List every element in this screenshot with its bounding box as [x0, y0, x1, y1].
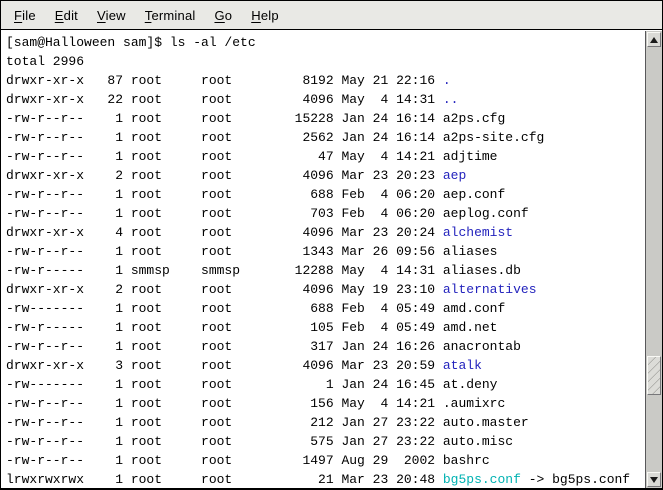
terminal-screen[interactable]: [sam@Halloween sam]$ ls -al /etctotal 29…	[6, 33, 644, 488]
entry-details: -rw-r--r-- 1 root root 1497 Aug 29 2002	[6, 453, 443, 468]
symlink-target: -> bg5ps.conf	[521, 472, 630, 487]
file-name: bashrc	[443, 453, 490, 468]
entry-details: -rw-r--r-- 1 root root 1343 Mar 26 09:56	[6, 244, 443, 259]
menu-go[interactable]: Go	[214, 8, 232, 23]
scroll-up-button[interactable]	[647, 32, 661, 47]
entry-details: -rw-r--r-- 1 root root 47 May 4 14:21	[6, 149, 443, 164]
entry-details: -rw-r--r-- 1 root root 15228 Jan 24 16:1…	[6, 111, 443, 126]
menu-view[interactable]: View	[97, 8, 126, 23]
entry-line: -rw-r--r-- 1 root root 15228 Jan 24 16:1…	[6, 109, 644, 128]
entry-details: -rw------- 1 root root 688 Feb 4 05:49	[6, 301, 443, 316]
directory-name: aep	[443, 168, 466, 183]
file-name: amd.conf	[443, 301, 505, 316]
file-name: aliases.db	[443, 263, 521, 278]
menu-terminal[interactable]: Terminal	[145, 8, 196, 23]
entry-details: drwxr-xr-x 3 root root 4096 Mar 23 20:59	[6, 358, 443, 373]
entry-line: -rw-r----- 1 smmsp smmsp 12288 May 4 14:…	[6, 261, 644, 280]
entry-line: -rw-r--r-- 1 root root 703 Feb 4 06:20 a…	[6, 204, 644, 223]
entry-line: drwxr-xr-x 22 root root 4096 May 4 14:31…	[6, 90, 644, 109]
entry-line: -rw-r--r-- 1 root root 688 Feb 4 06:20 a…	[6, 185, 644, 204]
entry-line: -rw-r--r-- 1 root root 575 Jan 27 23:22 …	[6, 432, 644, 451]
directory-name: atalk	[443, 358, 482, 373]
directory-name: ..	[443, 92, 459, 107]
entry-line: -rw------- 1 root root 688 Feb 4 05:49 a…	[6, 299, 644, 318]
menu-bar: File Edit View Terminal Go Help	[1, 1, 662, 30]
entry-line: -rw-r--r-- 1 root root 47 May 4 14:21 ad…	[6, 147, 644, 166]
entry-details: -rw-r--r-- 1 root root 212 Jan 27 23:22	[6, 415, 443, 430]
entry-details: -rw-r--r-- 1 root root 688 Feb 4 06:20	[6, 187, 443, 202]
entry-details: -rw-r--r-- 1 root root 703 Feb 4 06:20	[6, 206, 443, 221]
entry-line: -rw-r--r-- 1 root root 156 May 4 14:21 .…	[6, 394, 644, 413]
directory-name: alchemist	[443, 225, 513, 240]
file-name: at.deny	[443, 377, 498, 392]
entry-line: drwxr-xr-x 4 root root 4096 Mar 23 20:24…	[6, 223, 644, 242]
file-name: amd.net	[443, 320, 498, 335]
file-name: aeplog.conf	[443, 206, 529, 221]
file-name: auto.misc	[443, 434, 513, 449]
file-name: a2ps-site.cfg	[443, 130, 544, 145]
entry-line: drwxr-xr-x 2 root root 4096 May 19 23:10…	[6, 280, 644, 299]
entry-details: -rw-r--r-- 1 root root 156 May 4 14:21	[6, 396, 443, 411]
file-name: auto.master	[443, 415, 529, 430]
entry-line: lrwxrwxrwx 1 root root 21 Mar 23 20:48 b…	[6, 470, 644, 488]
terminal-area: [sam@Halloween sam]$ ls -al /etctotal 29…	[1, 31, 662, 488]
file-name: .aumixrc	[443, 396, 505, 411]
entry-line: drwxr-xr-x 3 root root 4096 Mar 23 20:59…	[6, 356, 644, 375]
file-name: aep.conf	[443, 187, 505, 202]
entry-details: drwxr-xr-x 22 root root 4096 May 4 14:31	[6, 92, 443, 107]
file-name: aliases	[443, 244, 498, 259]
entry-details: -rw------- 1 root root 1 Jan 24 16:45	[6, 377, 443, 392]
terminal-window: File Edit View Terminal Go Help [sam@Hallowee…	[0, 0, 663, 490]
entry-details: -rw-r--r-- 1 root root 317 Jan 24 16:26	[6, 339, 443, 354]
entry-details: drwxr-xr-x 2 root root 4096 May 19 23:10	[6, 282, 443, 297]
menu-file[interactable]: File	[14, 8, 36, 23]
file-name: anacrontab	[443, 339, 521, 354]
entry-line: -rw------- 1 root root 1 Jan 24 16:45 at…	[6, 375, 644, 394]
menu-help[interactable]: Help	[251, 8, 279, 23]
scroll-down-icon	[650, 477, 658, 483]
entry-details: drwxr-xr-x 4 root root 4096 Mar 23 20:24	[6, 225, 443, 240]
entry-line: -rw-r--r-- 1 root root 212 Jan 27 23:22 …	[6, 413, 644, 432]
entry-details: -rw-r--r-- 1 root root 2562 Jan 24 16:14	[6, 130, 443, 145]
menu-edit[interactable]: Edit	[55, 8, 78, 23]
entry-line: drwxr-xr-x 87 root root 8192 May 21 22:1…	[6, 71, 644, 90]
entry-line: -rw-r--r-- 1 root root 1343 Mar 26 09:56…	[6, 242, 644, 261]
entry-line: drwxr-xr-x 2 root root 4096 Mar 23 20:23…	[6, 166, 644, 185]
directory-name: alternatives	[443, 282, 537, 297]
entry-line: -rw-r--r-- 1 root root 1497 Aug 29 2002 …	[6, 451, 644, 470]
entry-details: lrwxrwxrwx 1 root root 21 Mar 23 20:48	[6, 472, 443, 487]
entry-line: -rw-r--r-- 1 root root 2562 Jan 24 16:14…	[6, 128, 644, 147]
entry-line: -rw-r--r-- 1 root root 317 Jan 24 16:26 …	[6, 337, 644, 356]
entry-details: drwxr-xr-x 87 root root 8192 May 21 22:1…	[6, 73, 443, 88]
scrollbar-track[interactable]	[645, 31, 662, 488]
entry-details: -rw-r--r-- 1 root root 575 Jan 27 23:22	[6, 434, 443, 449]
prompt-line: [sam@Halloween sam]$ ls -al /etc	[6, 33, 644, 52]
summary-line: total 2996	[6, 52, 644, 71]
file-name: a2ps.cfg	[443, 111, 505, 126]
scroll-up-icon	[650, 37, 658, 43]
scroll-down-button[interactable]	[647, 472, 661, 487]
file-name: adjtime	[443, 149, 498, 164]
symlink-name: bg5ps.conf	[443, 472, 521, 487]
entry-details: -rw-r----- 1 smmsp smmsp 12288 May 4 14:…	[6, 263, 443, 278]
entry-details: drwxr-xr-x 2 root root 4096 Mar 23 20:23	[6, 168, 443, 183]
entry-details: -rw-r----- 1 root root 105 Feb 4 05:49	[6, 320, 443, 335]
entry-line: -rw-r----- 1 root root 105 Feb 4 05:49 a…	[6, 318, 644, 337]
directory-name: .	[443, 73, 451, 88]
scrollbar-thumb[interactable]	[647, 356, 661, 395]
